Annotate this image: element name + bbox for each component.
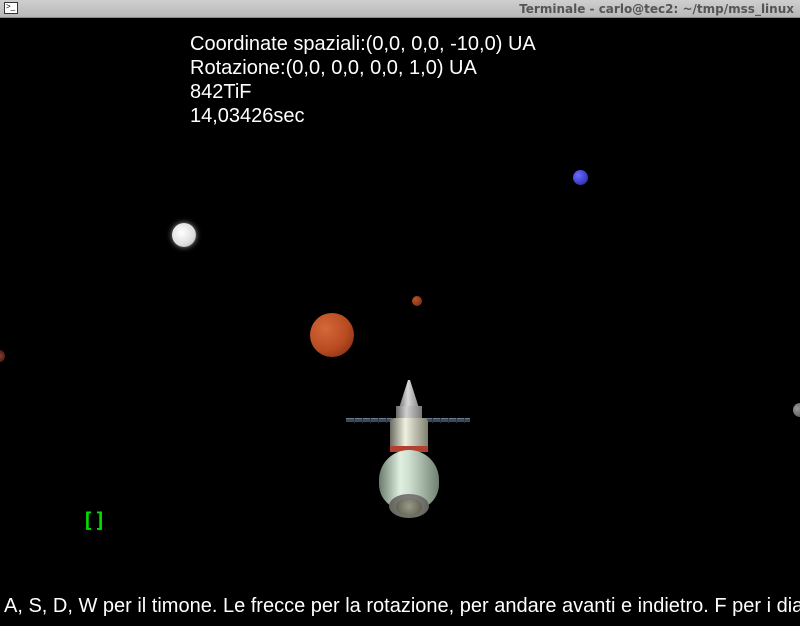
craft-upper-module bbox=[390, 418, 428, 448]
app-window: Terminale - carlo@tec2: ~/tmp/mss_linux … bbox=[0, 0, 800, 626]
target-bracket: [] bbox=[82, 508, 106, 532]
craft-nose bbox=[399, 380, 419, 408]
titlebar[interactable]: Terminale - carlo@tec2: ~/tmp/mss_linux bbox=[0, 0, 800, 18]
hud-coordinates: Coordinate spaziali:(0,0, 0,0, -10,0) UA bbox=[190, 32, 536, 56]
game-viewport[interactable]: Coordinate spaziali:(0,0, 0,0, -10,0) UA… bbox=[0, 18, 800, 626]
planet-white bbox=[172, 223, 196, 247]
planet-orange-small bbox=[412, 296, 422, 306]
planet-edge-left bbox=[0, 350, 5, 362]
rot-label: Rotazione: bbox=[190, 57, 286, 79]
solar-panel-left bbox=[346, 418, 392, 422]
hud-time: 14,03426sec bbox=[190, 104, 536, 128]
coord-value: (0,0, 0,0, -10,0) UA bbox=[366, 33, 536, 55]
craft-nozzle bbox=[396, 498, 422, 516]
spacecraft bbox=[360, 386, 460, 536]
hud-overlay: Coordinate spaziali:(0,0, 0,0, -10,0) UA… bbox=[190, 32, 536, 128]
hud-frame: 842TiF bbox=[190, 80, 536, 104]
coord-label: Coordinate spaziali: bbox=[190, 33, 366, 55]
help-text: A, S, D, W per il timone. Le frecce per … bbox=[4, 595, 800, 618]
window-title: Terminale - carlo@tec2: ~/tmp/mss_linux bbox=[519, 2, 794, 16]
planet-orange-large bbox=[310, 313, 354, 357]
hud-rotation: Rotazione:(0,0, 0,0, 0,0, 1,0) UA bbox=[190, 56, 536, 80]
planet-blue bbox=[573, 170, 588, 185]
planet-edge-right bbox=[793, 403, 800, 417]
rot-value: (0,0, 0,0, 0,0, 1,0) UA bbox=[286, 57, 477, 79]
solar-panel-right bbox=[424, 418, 470, 422]
terminal-icon bbox=[4, 2, 18, 14]
